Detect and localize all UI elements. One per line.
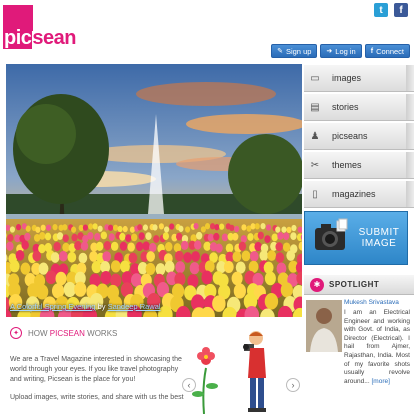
menu-item-magazines[interactable]: ▯ magazines (304, 180, 414, 208)
login-button[interactable]: ➜ Log in (320, 44, 361, 58)
caption-author-link[interactable]: Sandeep Rawal (108, 302, 161, 311)
facebook-small-icon: f (371, 48, 373, 55)
login-icon: ➜ (326, 47, 332, 55)
menu-item-stories[interactable]: ▤ stories (304, 93, 414, 121)
signup-button[interactable]: ✎ Sign up (271, 44, 317, 58)
spotlight-bio: I am an Electrical Engineer and working … (344, 309, 410, 386)
person-icon: ♟ (304, 131, 326, 142)
menu-item-picseans[interactable]: ♟ picseans (304, 122, 414, 150)
hero-image[interactable] (6, 64, 302, 317)
submit-image-button[interactable]: SUBMIT IMAGE (304, 211, 408, 265)
photographer-illustration (190, 328, 286, 414)
book-icon: ▯ (304, 189, 326, 200)
camera-icon (311, 218, 351, 258)
social-links: t f (374, 3, 408, 17)
hero-caption: A Colorful Spring Evening by Sandeep Raw… (10, 302, 161, 311)
facebook-icon[interactable]: f (394, 3, 408, 17)
category-menu: ▭ images ▤ stories ♟ picseans ✂ themes ▯… (304, 64, 414, 209)
spotlight-icon: ✱ (310, 278, 324, 292)
next-arrow-icon[interactable]: › (286, 378, 300, 392)
spotlight-name-link[interactable]: Mukesh Srivastava (344, 299, 399, 306)
spotlight-avatar[interactable] (306, 300, 342, 352)
menu-item-images[interactable]: ▭ images (304, 64, 414, 92)
pencil-icon: ✎ (277, 47, 283, 55)
logo-text: picsean (3, 27, 76, 49)
spotlight-more-link[interactable]: [more] (371, 378, 389, 385)
auth-buttons: ✎ Sign up ➜ Log in f Connect (271, 44, 410, 58)
spotlight-header: ✱ SPOTLIGHT (304, 275, 414, 295)
document-icon: ▤ (304, 102, 326, 113)
how-it-works-text: We are a Travel Magazine interested in s… (10, 355, 185, 411)
submit-image-label: SUBMIT IMAGE (351, 227, 407, 249)
caption-title-link[interactable]: A Colorful Spring Evening (10, 302, 95, 311)
scissors-icon: ✂ (304, 160, 326, 171)
menu-item-themes[interactable]: ✂ themes (304, 151, 414, 179)
monitor-icon: ▭ (304, 73, 326, 84)
picsean-logo[interactable]: picsean (3, 5, 65, 51)
tulip-garden-photo (6, 64, 302, 317)
how-it-works-heading: ✦ HOW PICSEAN WORKS (10, 327, 117, 339)
facebook-connect-button[interactable]: f Connect (365, 44, 410, 58)
info-icon: ✦ (10, 327, 22, 339)
twitter-icon[interactable]: t (374, 3, 388, 17)
